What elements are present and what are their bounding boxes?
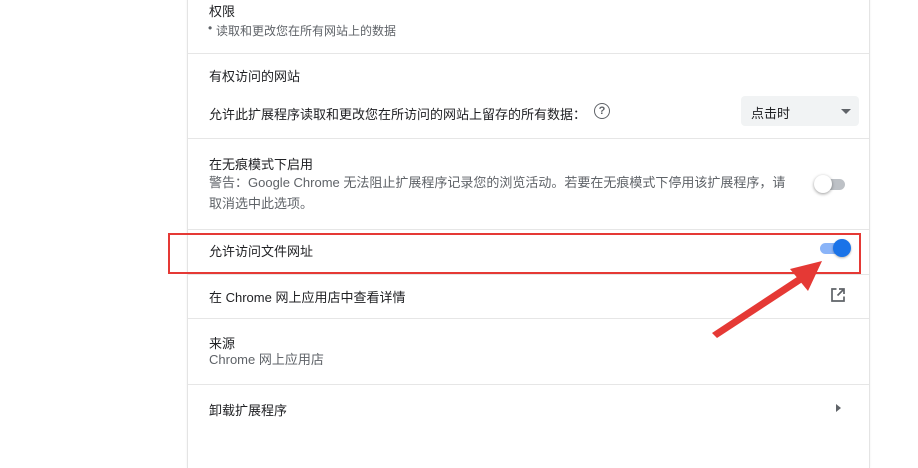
uninstall-label: 卸载扩展程序 — [209, 403, 288, 418]
site-access-selected: 点击时 — [751, 106, 791, 121]
uninstall-row[interactable]: 卸载扩展程序 — [188, 385, 869, 431]
permissions-section: 权限 读取和更改您在所有网站上的数据 — [188, 0, 869, 53]
source-value: Chrome 网上应用店 — [209, 352, 324, 367]
site-access-section: 有权访问的网站 允许此扩展程序读取和更改您在所访问的网站上留存的所有数据： ? … — [188, 54, 869, 138]
chevron-right-icon — [836, 404, 841, 412]
incognito-toggle[interactable] — [814, 174, 849, 194]
permissions-heading: 权限 — [209, 4, 236, 19]
webstore-link-label: 在 Chrome 网上应用店中查看详情 — [209, 290, 406, 305]
incognito-section: 在无痕模式下启用 警告：Google Chrome 无法阻止扩展程序记录您的浏览… — [188, 139, 869, 229]
help-icon[interactable]: ? — [594, 103, 610, 119]
dropdown-arrow-icon — [841, 109, 851, 114]
site-access-label: 允许此扩展程序读取和更改您在所访问的网站上留存的所有数据： — [209, 107, 587, 122]
permission-item: 读取和更改您在所有网站上的数据 — [208, 21, 396, 39]
site-access-heading: 有权访问的网站 — [209, 69, 301, 84]
open-in-new-icon[interactable] — [830, 287, 846, 303]
site-access-select[interactable]: 点击时 — [741, 96, 859, 126]
incognito-title: 在无痕模式下启用 — [209, 157, 314, 172]
annotation-arrow — [712, 261, 822, 338]
incognito-warning: 警告：Google Chrome 无法阻止扩展程序记录您的浏览活动。若要在无痕模… — [209, 175, 786, 211]
